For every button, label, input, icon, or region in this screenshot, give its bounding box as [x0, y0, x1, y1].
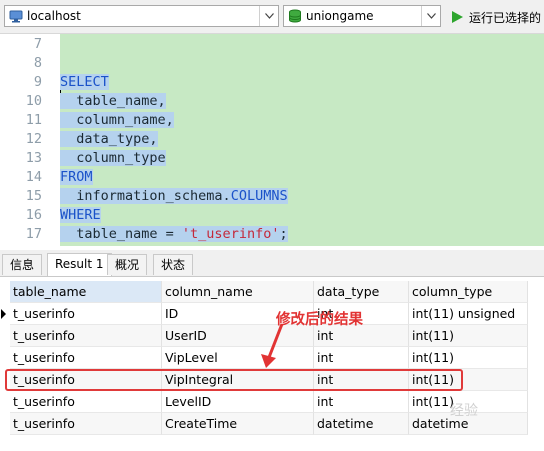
code-text: column_type — [60, 150, 166, 166]
line-number: 7 — [33, 36, 42, 52]
code-line: table_name = 't_userinfo'; — [60, 225, 288, 244]
code-line: information_schema.COLUMNS — [60, 187, 288, 206]
column-header[interactable]: column_type — [409, 281, 528, 303]
table-cell[interactable]: t_userinfo — [10, 391, 162, 413]
table-cell[interactable]: int — [314, 391, 409, 413]
tab-profile[interactable]: 概况 — [107, 254, 148, 275]
line-number-gutter: 7 8 9 10 11 12 13 14 15 16 17 — [0, 34, 60, 246]
code-area[interactable]: SELECT table_name, column_name, data_typ… — [60, 34, 544, 246]
grid-header-row: table_name column_name data_type column_… — [0, 281, 528, 303]
code-text: table_name, — [60, 93, 166, 109]
code-text: table_name = 't_userinfo'; — [60, 226, 288, 242]
table-cell[interactable]: t_userinfo — [10, 347, 162, 369]
code-line: FROM — [60, 168, 93, 187]
database-icon — [289, 9, 301, 23]
code-text: data_type, — [60, 131, 158, 147]
chevron-down-icon[interactable] — [421, 6, 440, 26]
line-number: 10 — [25, 93, 42, 109]
sql-editor[interactable]: 7 8 9 10 11 12 13 14 15 16 17 SELECT tab… — [0, 34, 544, 246]
table-cell[interactable]: int(11) — [409, 325, 528, 347]
line-number: 14 — [25, 169, 42, 185]
code-line: column_type — [60, 149, 166, 168]
table-cell[interactable]: int(11) unsigned — [409, 303, 528, 325]
column-header[interactable]: data_type — [314, 281, 409, 303]
tab-status[interactable]: 状态 — [153, 254, 194, 275]
code-line: data_type, — [60, 130, 158, 149]
line-number: 8 — [33, 55, 42, 71]
code-text: FROM — [60, 169, 93, 185]
database-select[interactable]: uniongame — [283, 5, 441, 27]
code-line: table_name, — [60, 92, 166, 111]
code-text: SELECT — [60, 74, 109, 90]
connection-label: localhost — [27, 9, 81, 23]
code-line: column_name, — [60, 111, 174, 130]
table-cell[interactable]: t_userinfo — [10, 413, 162, 435]
table-cell[interactable]: datetime — [314, 413, 409, 435]
code-text: information_schema.COLUMNS — [60, 188, 288, 204]
current-row-arrow-icon — [0, 303, 10, 325]
table-row[interactable]: t_userinfo LevelID int int(11) — [0, 391, 528, 413]
line-number: 11 — [25, 112, 42, 128]
watermark: 经验 — [450, 403, 478, 419]
line-number: 12 — [25, 131, 42, 147]
toolbar: localhost uniongame 运行已选择的 — [0, 0, 544, 34]
table-cell[interactable]: LevelID — [162, 391, 314, 413]
play-icon — [452, 11, 463, 23]
highlight-box — [5, 369, 463, 391]
line-number: 15 — [25, 188, 42, 204]
tab-info[interactable]: 信息 — [2, 254, 43, 275]
code-text: WHERE — [60, 207, 101, 223]
code-line: WHERE — [60, 206, 101, 225]
connection-icon — [9, 10, 23, 23]
database-label: uniongame — [306, 9, 374, 23]
line-number: 17 — [25, 226, 42, 242]
column-header[interactable]: table_name — [10, 281, 162, 303]
line-number: 9 — [33, 74, 42, 90]
table-cell[interactable]: int(11) — [409, 347, 528, 369]
table-cell[interactable]: int — [314, 347, 409, 369]
code-line: SELECT — [60, 73, 109, 92]
table-cell[interactable]: CreateTime — [162, 413, 314, 435]
connection-select[interactable]: localhost — [4, 5, 279, 27]
run-selected-label: 运行已选择的 — [469, 11, 542, 25]
result-tab-bar: 信息 Result 1 概况 状态 — [0, 250, 544, 277]
column-header[interactable]: column_name — [162, 281, 314, 303]
table-cell[interactable]: t_userinfo — [10, 325, 162, 347]
annotation-label: 修改后的结果 — [276, 312, 363, 328]
annotation-arrow-icon — [261, 323, 284, 368]
line-number: 13 — [25, 150, 42, 166]
line-number: 16 — [25, 207, 42, 223]
table-row[interactable]: t_userinfo CreateTime datetime datetime — [0, 413, 528, 435]
table-cell[interactable]: t_userinfo — [10, 303, 162, 325]
tab-result-1[interactable]: Result 1 — [47, 253, 112, 276]
code-text: column_name, — [60, 112, 174, 128]
chevron-down-icon[interactable] — [259, 6, 278, 26]
table-cell[interactable]: VipLevel — [162, 347, 314, 369]
